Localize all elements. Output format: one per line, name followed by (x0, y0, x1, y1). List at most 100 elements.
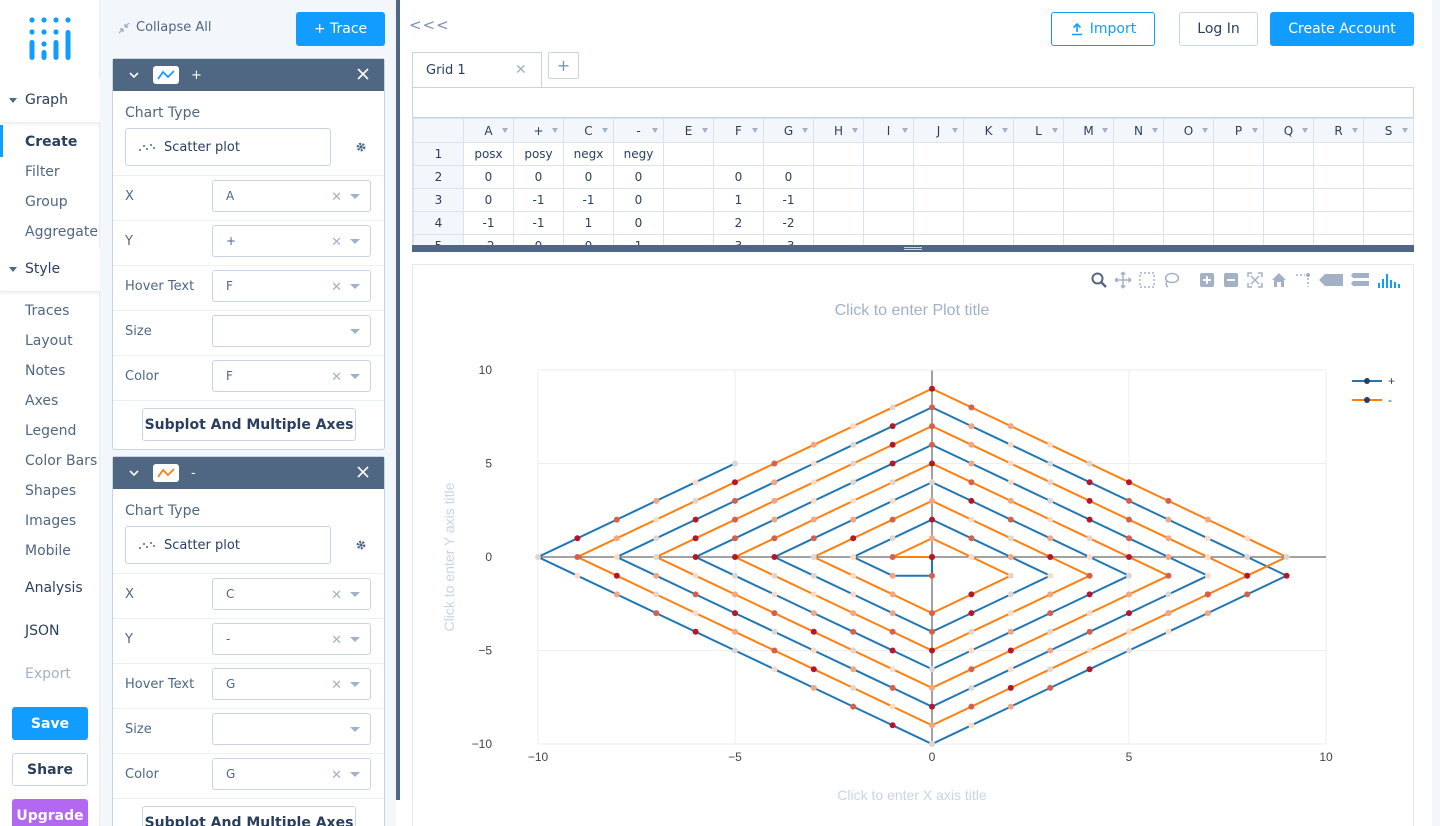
column-menu-icon[interactable] (1402, 128, 1408, 133)
chevron-down-icon[interactable] (129, 70, 139, 80)
column-menu-icon[interactable] (802, 128, 808, 133)
color-select[interactable]: F ✕ (212, 360, 371, 392)
grid-cell[interactable] (1163, 165, 1214, 189)
column-menu-icon[interactable] (952, 128, 958, 133)
close-tab-icon[interactable]: ✕ (515, 62, 527, 78)
x-column-select[interactable]: A ✕ (212, 180, 371, 212)
grid-cell[interactable] (913, 188, 964, 212)
grid-cell[interactable] (663, 211, 714, 235)
nav-item-color-bars[interactable]: Color Bars (25, 453, 97, 469)
column-header[interactable]: R (1313, 118, 1364, 143)
grid-cell[interactable] (963, 211, 1014, 235)
column-menu-icon[interactable] (902, 128, 908, 133)
grid-cell[interactable] (863, 188, 914, 212)
grid-cell[interactable] (1313, 211, 1364, 235)
save-button[interactable]: Save (12, 707, 88, 740)
column-menu-icon[interactable] (702, 128, 708, 133)
nav-item-axes[interactable]: Axes (25, 393, 58, 409)
nav-item-export[interactable]: Export (25, 666, 71, 682)
scrollbar[interactable] (1432, 0, 1440, 826)
column-menu-icon[interactable] (1152, 128, 1158, 133)
column-menu-icon[interactable] (1052, 128, 1058, 133)
grid-cell[interactable] (1063, 142, 1114, 166)
trace-header[interactable]: - (113, 457, 384, 489)
column-header[interactable]: E (663, 118, 714, 143)
grid-cell[interactable] (1013, 188, 1064, 212)
nav-group-graph[interactable]: Graph (0, 78, 100, 122)
column-header[interactable]: A (463, 118, 514, 143)
plot-title[interactable]: Click to enter Plot title (835, 302, 990, 319)
grid-cell[interactable]: 0 (463, 188, 514, 212)
column-header[interactable]: Q (1263, 118, 1314, 143)
row-number[interactable]: 4 (413, 211, 464, 235)
grid-cell[interactable] (913, 211, 964, 235)
grid-cell[interactable] (1313, 188, 1364, 212)
y-column-select[interactable]: + ✕ (212, 225, 371, 257)
grid-cell[interactable] (813, 165, 864, 189)
nav-item-analysis[interactable]: Analysis (25, 580, 83, 596)
column-header[interactable]: - (613, 118, 664, 143)
grid-cell[interactable] (1213, 188, 1264, 212)
plotly-logo-icon[interactable] (28, 16, 72, 62)
column-header[interactable]: S (1363, 118, 1414, 143)
column-header[interactable]: H (813, 118, 864, 143)
hover-text-select[interactable]: F ✕ (212, 270, 371, 302)
column-menu-icon[interactable] (1352, 128, 1358, 133)
grid-cell[interactable] (1213, 142, 1264, 166)
login-button[interactable]: Log In (1179, 12, 1258, 46)
panel-divider[interactable] (396, 0, 400, 800)
grid-cell[interactable] (1263, 211, 1314, 235)
size-select[interactable] (212, 713, 371, 745)
grid-cell[interactable] (863, 165, 914, 189)
grid-cell[interactable] (913, 142, 964, 166)
grid-cell[interactable]: negy (613, 142, 664, 166)
collapse-panel-button[interactable]: <<< (409, 16, 450, 34)
grid-cell[interactable]: 0 (713, 165, 764, 189)
grid-cell[interactable]: 0 (563, 165, 614, 189)
clear-icon[interactable]: ✕ (331, 768, 342, 783)
grid-cell[interactable] (1013, 142, 1064, 166)
column-header[interactable]: F (713, 118, 764, 143)
grid-cell[interactable]: 0 (763, 165, 814, 189)
column-header[interactable]: M (1063, 118, 1114, 143)
column-header[interactable]: P (1213, 118, 1264, 143)
grid-cell[interactable]: -1 (763, 188, 814, 212)
grid-cell[interactable] (913, 165, 964, 189)
grid-cell[interactable] (1013, 165, 1064, 189)
grid-cell[interactable]: 0 (613, 188, 664, 212)
grid-cell[interactable] (1063, 165, 1114, 189)
column-menu-icon[interactable] (502, 128, 508, 133)
grid-cell[interactable] (1313, 142, 1364, 166)
grid-cell[interactable] (1163, 211, 1214, 235)
x-axis-title[interactable]: Click to enter X axis title (837, 787, 987, 803)
add-grid-button[interactable]: + (548, 52, 579, 79)
grid-cell[interactable] (813, 188, 864, 212)
nav-item-mobile[interactable]: Mobile (25, 543, 71, 559)
column-menu-icon[interactable] (852, 128, 858, 133)
legend[interactable]: +- (1352, 374, 1395, 407)
grid-cell[interactable] (1113, 211, 1164, 235)
nav-item-layout[interactable]: Layout (25, 333, 73, 349)
grid-cell[interactable]: -2 (763, 211, 814, 235)
grid-cell[interactable] (1063, 188, 1114, 212)
nav-item-create[interactable]: Create (25, 134, 77, 150)
grid-cell[interactable] (763, 142, 814, 166)
column-menu-icon[interactable] (1002, 128, 1008, 133)
grid-cell[interactable] (1263, 165, 1314, 189)
grid-cell[interactable] (1013, 211, 1064, 235)
nav-group-style[interactable]: Style (0, 247, 100, 291)
grid-cell[interactable]: 0 (613, 165, 664, 189)
grid-cell[interactable] (1363, 211, 1414, 235)
upgrade-button[interactable]: Upgrade (12, 799, 88, 826)
column-menu-icon[interactable] (1202, 128, 1208, 133)
grid-cell[interactable] (813, 142, 864, 166)
row-number[interactable]: 2 (413, 165, 464, 189)
size-select[interactable] (212, 315, 371, 347)
nav-item-images[interactable]: Images (25, 513, 76, 529)
trace-header[interactable]: + (113, 59, 384, 91)
grid-cell[interactable] (663, 165, 714, 189)
grid-cell[interactable] (1263, 188, 1314, 212)
nav-item-traces[interactable]: Traces (25, 303, 69, 319)
collapse-all-button[interactable]: Collapse All (118, 20, 212, 35)
column-menu-icon[interactable] (552, 128, 558, 133)
